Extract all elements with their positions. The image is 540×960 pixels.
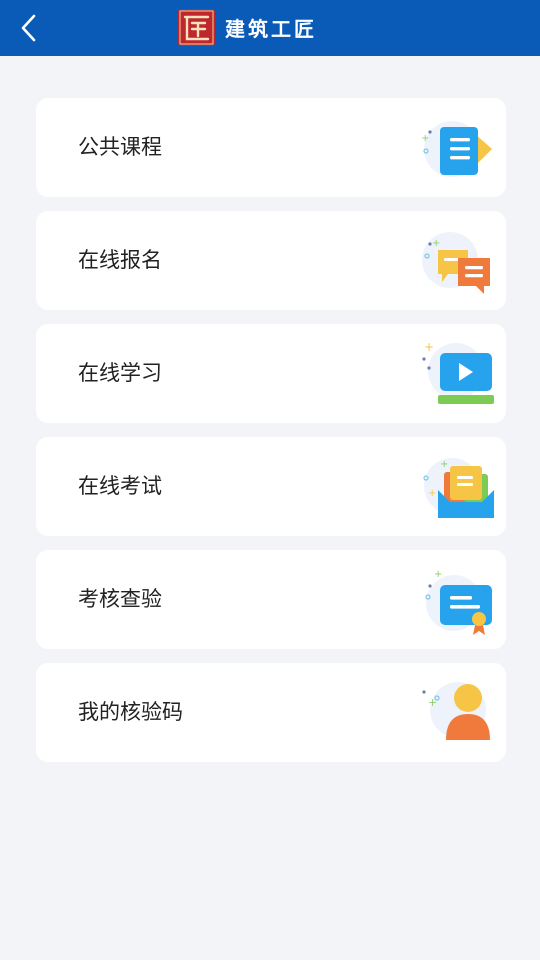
video-play-icon: + — [422, 340, 494, 404]
svg-text:+: + — [428, 488, 436, 499]
menu-item-public-courses[interactable]: 公共课程 + — [36, 98, 506, 197]
certificate-check-icon: + — [425, 569, 492, 635]
chevron-left-icon — [21, 14, 36, 42]
svg-text:+: + — [440, 459, 448, 470]
menu-item-label: 我的核验码 — [78, 700, 183, 724]
menu-item-label: 在线学习 — [78, 361, 162, 385]
user-avatar-icon: + — [422, 682, 490, 740]
menu-item-online-registration[interactable]: 在线报名 + — [36, 211, 506, 310]
menu-item-assessment-check[interactable]: 考核查验 + — [36, 550, 506, 649]
menu-item-label: 在线报名 — [78, 248, 162, 272]
svg-text:+: + — [428, 696, 437, 709]
feature-menu: 公共课程 + 在线报名 + 在线学习 + 在线考试 + + 考核查验 + 我的核… — [36, 98, 506, 776]
menu-item-label: 在线考试 — [78, 474, 162, 498]
menu-item-label: 考核查验 — [78, 587, 162, 611]
menu-item-online-exam[interactable]: 在线考试 + + — [36, 437, 506, 536]
back-button[interactable] — [10, 8, 50, 48]
app-logo — [178, 8, 215, 46]
app-brand: 建筑工匠 — [178, 7, 317, 47]
registration-chat-icon: + — [422, 232, 490, 294]
svg-text:+: + — [434, 569, 442, 580]
menu-item-label: 公共课程 — [78, 135, 162, 159]
menu-item-my-verification-code[interactable]: 我的核验码 + — [36, 663, 506, 762]
svg-text:+: + — [424, 340, 434, 354]
app-title: 建筑工匠 — [225, 16, 317, 41]
course-document-icon: + — [421, 121, 492, 177]
menu-item-online-learning[interactable]: 在线学习 + — [36, 324, 506, 423]
svg-text:+: + — [432, 238, 440, 249]
svg-text:+: + — [421, 133, 429, 144]
top-navigation-bar: 建筑工匠 — [0, 0, 540, 56]
exam-tray-icon: + + — [423, 458, 494, 518]
